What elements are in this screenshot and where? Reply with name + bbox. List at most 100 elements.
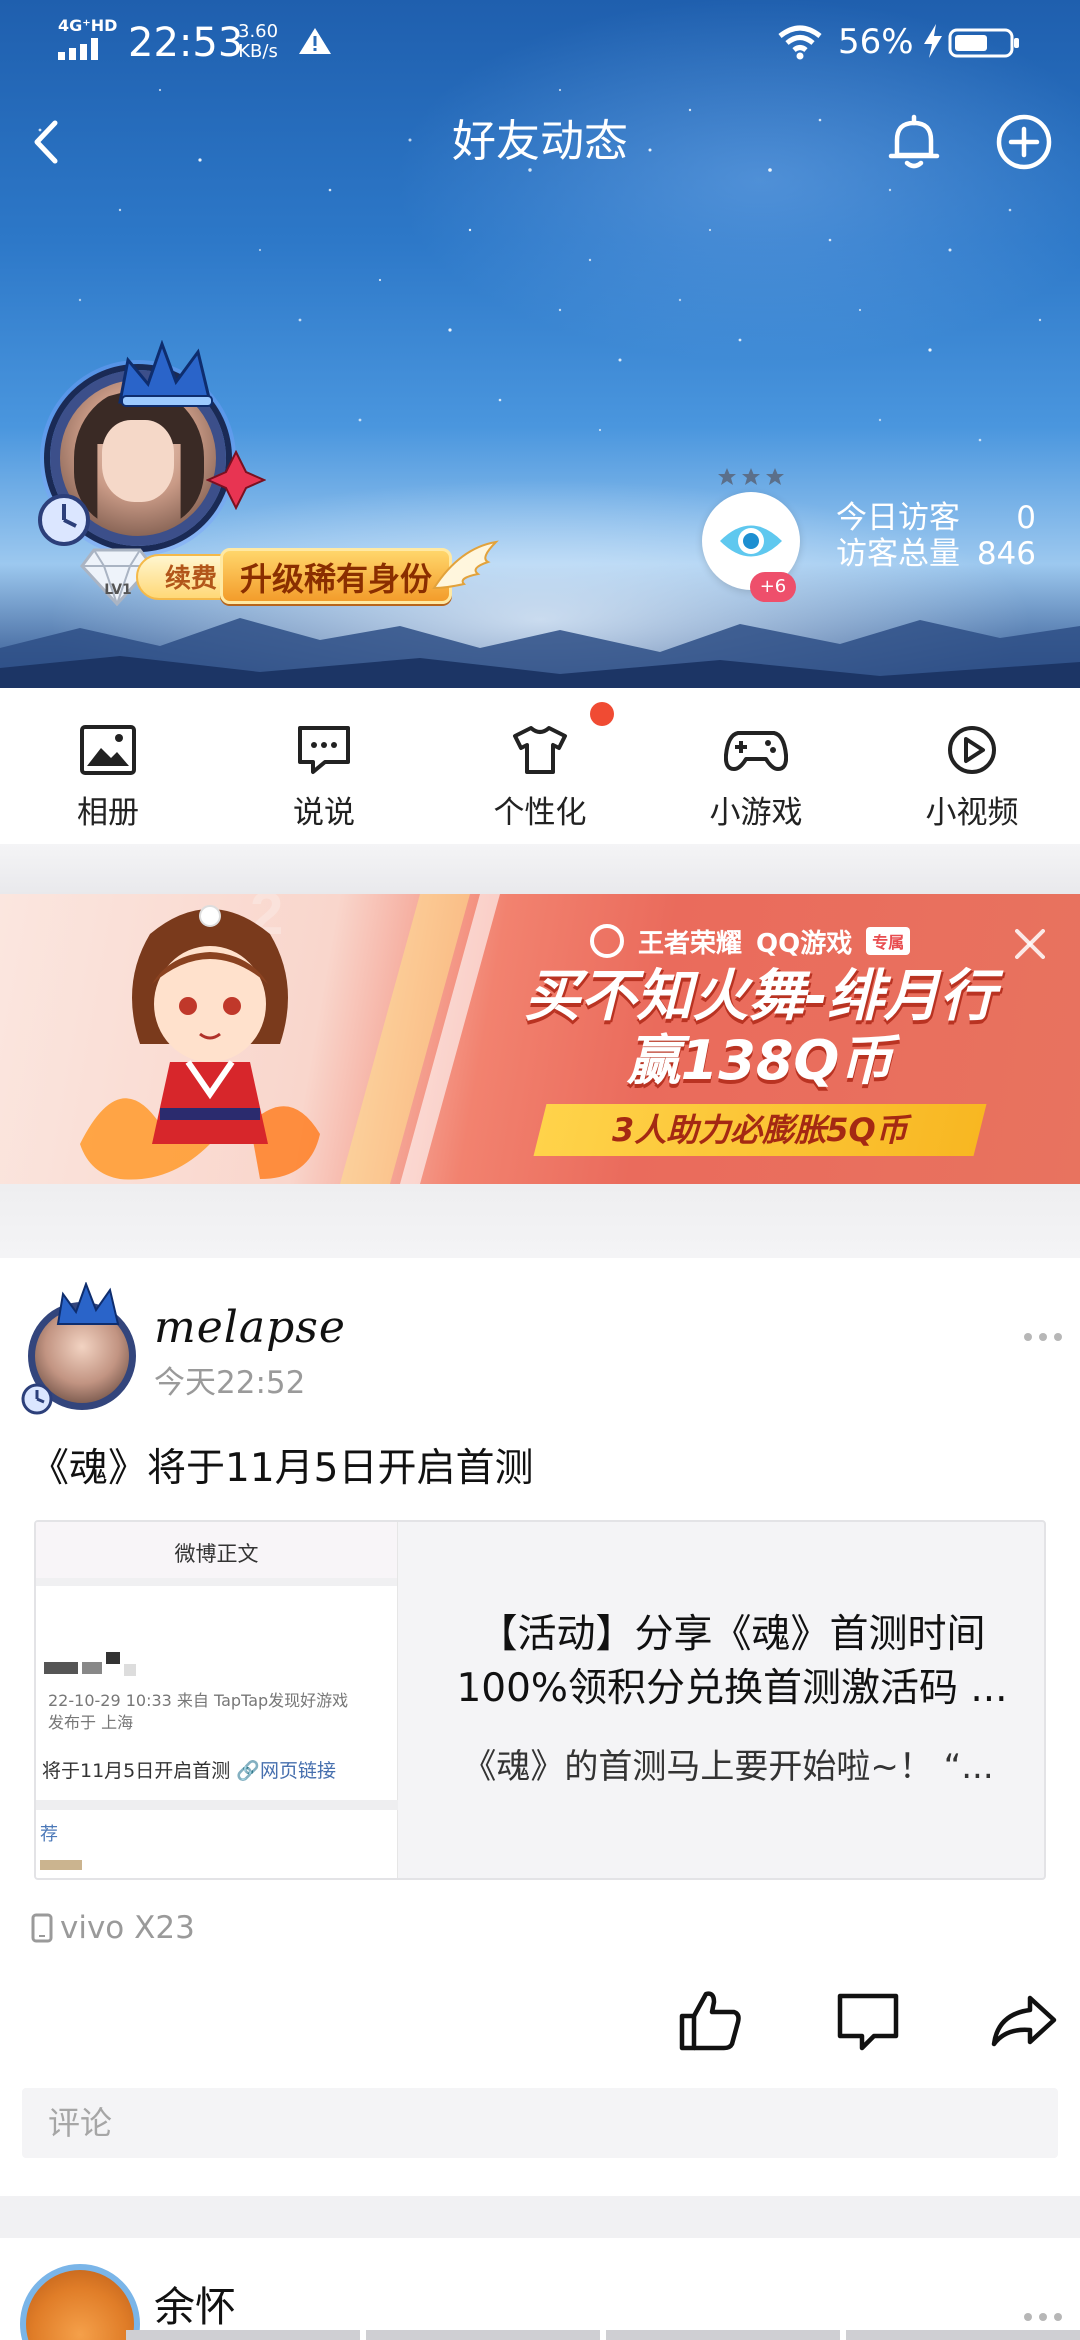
- wifi-icon: [778, 25, 822, 60]
- tshirt-icon: [513, 726, 567, 774]
- menu-label-minigames: 小游戏: [709, 795, 803, 831]
- ad-headline: 买不知火舞-绯月行: [524, 964, 996, 1029]
- device-name: vivo X23: [60, 1910, 195, 1946]
- menu-item-personalize[interactable]: 个性化: [432, 688, 648, 844]
- section-divider: [0, 2196, 1080, 2238]
- gem-icon: [206, 450, 266, 510]
- profile-cover[interactable]: 4G⁺HD 22:53 3.60 KB/s 56% 好友动态 LV1 续费 升级…: [0, 0, 1080, 688]
- more-dot: [1054, 1333, 1062, 1341]
- shared-link-card[interactable]: 微博正文 22-10-29 10:33 来自 TapTap发现好游戏 发布于 上…: [34, 1520, 1046, 1880]
- shared-card-description: 《魂》的首测马上要开始啦~！ “...: [462, 1747, 994, 1787]
- ad-subtitle-text: 3人助力必膨胀5Q币: [612, 1111, 908, 1149]
- post-more-button[interactable]: [1018, 2302, 1068, 2332]
- network-type: 4G⁺HD: [58, 16, 118, 35]
- crown-icon: [118, 340, 213, 407]
- share-button[interactable]: [990, 1986, 1058, 2054]
- post-author-name[interactable]: melapse: [154, 1302, 346, 1354]
- menu-label-personalize: 个性化: [493, 795, 587, 831]
- photo-album-icon: [80, 725, 136, 775]
- phone-icon: [31, 1913, 53, 1943]
- ad-brand-row: 王者荣耀 QQ游戏 专属: [590, 922, 911, 960]
- wing-icon: [432, 540, 499, 590]
- thumb-meta: 22-10-29 10:33 来自 TapTap发现好游戏 发布于 上海: [48, 1690, 348, 1734]
- post-device: vivo X23: [30, 1908, 195, 1948]
- more-dot: [1039, 1333, 1047, 1341]
- total-visitors-value: 846: [976, 536, 1036, 572]
- ad-headline-reward: 赢138Q币: [626, 1029, 894, 1092]
- add-post-button[interactable]: [990, 106, 1058, 178]
- post-text: 《魂》将于11月5日开启首测: [30, 1446, 534, 1491]
- bell-icon: [888, 114, 940, 169]
- ad-close-button[interactable]: [1008, 922, 1052, 966]
- gamepad-icon: [724, 731, 788, 771]
- menu-label-album: 相册: [77, 795, 139, 831]
- star-rating-icon: [718, 468, 784, 485]
- level-label: LV1: [104, 582, 132, 598]
- title-bar: 好友动态: [0, 100, 1080, 184]
- thumb-text-line: 将于11月5日开启首测 🔗网页链接: [42, 1758, 336, 1784]
- post-avatar[interactable]: [20, 2264, 140, 2340]
- total-visitors-label: 访客总量: [836, 536, 960, 572]
- like-button[interactable]: [676, 1986, 744, 2054]
- status-bar: 4G⁺HD 22:53 3.60 KB/s 56%: [0, 0, 1080, 84]
- post-actions: [0, 1974, 1080, 2074]
- today-visitors-value: 0: [1016, 500, 1036, 536]
- visitor-stats[interactable]: 今日访客 0 访客总量 846: [836, 500, 1036, 572]
- new-indicator-dot: [590, 702, 614, 726]
- more-dot: [1024, 2313, 1032, 2321]
- section-divider: [0, 1184, 1080, 1258]
- feed-post: 余怀: [0, 2238, 1080, 2340]
- post-more-button[interactable]: [1018, 1322, 1068, 1352]
- chat-bubble-icon: [298, 726, 350, 774]
- menu-item-shuoshuo[interactable]: 说说: [216, 688, 432, 844]
- ad-brand2: QQ游戏: [756, 928, 853, 959]
- brand-logo-icon: [590, 924, 624, 958]
- thumbs-up-icon: [679, 1991, 741, 2051]
- today-visitors-label: 今日访客: [836, 500, 960, 536]
- post-avatar[interactable]: [14, 1282, 144, 1415]
- shared-thumbnail: 微博正文 22-10-29 10:33 来自 TapTap发现好游戏 发布于 上…: [36, 1522, 398, 1878]
- more-dot: [1054, 2313, 1062, 2321]
- more-dot: [1024, 1333, 1032, 1341]
- notifications-button[interactable]: [880, 106, 948, 178]
- ad-subtitle: 3人助力必膨胀5Q币: [533, 1104, 987, 1156]
- thumb-link: 🔗网页链接: [236, 1760, 336, 1782]
- comment-input[interactable]: 评论: [22, 2088, 1058, 2158]
- ad-banner[interactable]: 2 王者荣耀 QQ游戏 专属 买不知火舞-绯月行 赢138Q币 3人助力必膨胀5…: [0, 894, 1080, 1184]
- menu-label-shortvideo: 小视频: [925, 795, 1019, 831]
- blurred-username: [44, 1652, 184, 1682]
- battery-percent: 56%: [838, 22, 914, 62]
- feed-post: melapse 今天22:52 《魂》将于11月5日开启首测 微博正文 22-1…: [0, 1258, 1080, 2196]
- warning-icon: [299, 28, 331, 54]
- clock: 22:53: [128, 20, 244, 66]
- quick-menu: 相册 说说 个性化 小游戏 小视频: [0, 688, 1080, 844]
- signal-icon: [58, 38, 98, 60]
- play-circle-icon: [948, 726, 996, 774]
- more-dot: [1039, 2313, 1047, 2321]
- crown-icon: [56, 1282, 120, 1325]
- thumb-header: 微博正文: [36, 1522, 397, 1586]
- shared-card-title-line1: 【活动】分享《魂》首测时间: [478, 1612, 986, 1657]
- thumb-text: 将于11月5日开启首测: [42, 1760, 231, 1782]
- menu-item-shortvideo[interactable]: 小视频: [864, 688, 1080, 844]
- close-icon: [1015, 929, 1045, 959]
- post-author-name[interactable]: 余怀: [154, 2282, 236, 2332]
- visitor-badge: +6: [750, 572, 796, 602]
- comment-icon: [837, 1993, 899, 2051]
- speed-unit: KB/s: [238, 41, 278, 62]
- ad-brand1: 王者荣耀: [638, 928, 743, 959]
- network-speed: 3.60 KB/s: [238, 22, 278, 62]
- upgrade-button[interactable]: 升级稀有身份: [220, 548, 452, 604]
- thumb-rec: 荐: [40, 1824, 58, 1845]
- vip-badge[interactable]: LV1 续费 升级稀有身份: [80, 538, 499, 612]
- section-divider: [0, 844, 1080, 894]
- share-arrow-icon: [991, 1995, 1057, 2047]
- profile-avatar[interactable]: [36, 340, 266, 570]
- menu-item-album[interactable]: 相册: [0, 688, 216, 844]
- ad-character-illustration: [80, 905, 320, 1180]
- menu-item-minigames[interactable]: 小游戏: [648, 688, 864, 844]
- image-strip: [126, 2330, 1080, 2340]
- comment-button[interactable]: [834, 1986, 902, 2054]
- thumb-meta-line1: 22-10-29 10:33 来自 TapTap发现好游戏: [48, 1691, 349, 1710]
- ad-brand-tag: 专属: [866, 927, 911, 955]
